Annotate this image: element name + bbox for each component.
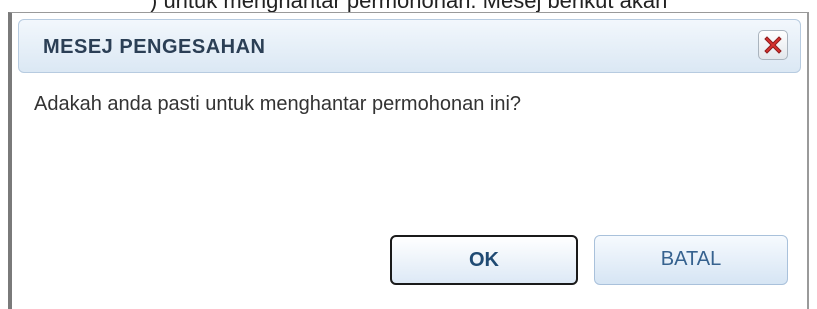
cancel-button[interactable]: BATAL bbox=[594, 235, 788, 285]
dialog-title: MESEJ PENGESAHAN bbox=[43, 36, 266, 58]
confirmation-dialog: MESEJ PENGESAHAN Adakah anda pasti untuk… bbox=[8, 12, 809, 309]
close-icon bbox=[764, 36, 782, 54]
close-button[interactable] bbox=[758, 30, 788, 60]
ok-button[interactable]: OK bbox=[390, 235, 578, 285]
dialog-title-bar: MESEJ PENGESAHAN bbox=[18, 19, 801, 73]
dialog-message: Adakah anda pasti untuk menghantar permo… bbox=[34, 93, 522, 115]
